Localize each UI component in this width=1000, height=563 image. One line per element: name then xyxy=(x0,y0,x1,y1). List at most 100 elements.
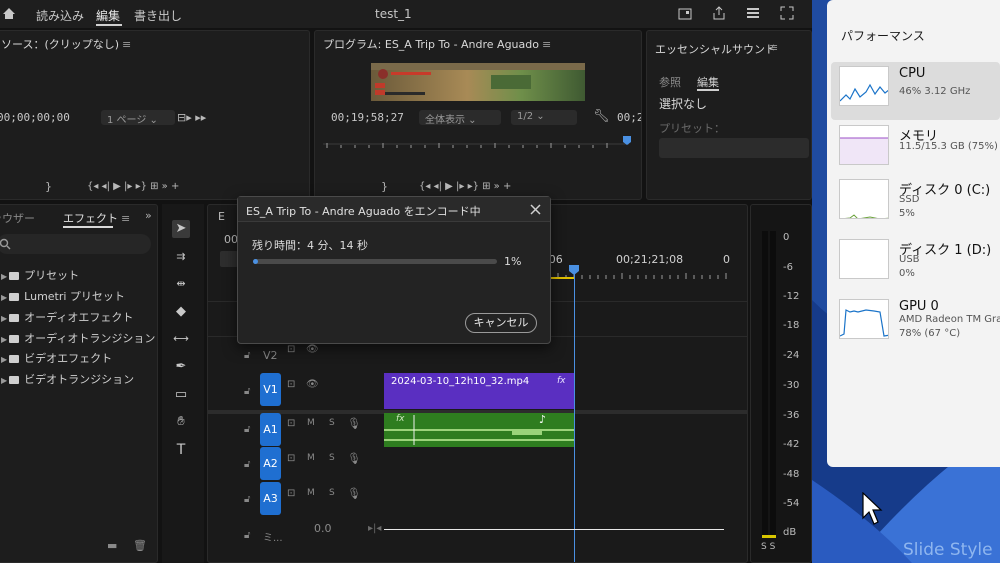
microphone-icon[interactable]: 🎙︎ xyxy=(347,487,361,500)
lock-icon[interactable]: 🔓︎ xyxy=(244,386,250,397)
tm-item-disk0[interactable]: ディスク 0 (C:) SSD 5% xyxy=(827,175,1000,233)
workspaces-icon[interactable] xyxy=(746,7,760,19)
panel-overflow-icon[interactable]: » xyxy=(145,209,152,222)
new-bin-icon[interactable]: ▬ xyxy=(107,539,117,552)
microphone-icon[interactable]: 🎙︎ xyxy=(347,452,361,465)
lock-icon[interactable]: 🔓︎ xyxy=(244,530,250,541)
snap-icon[interactable] xyxy=(220,251,238,267)
tree-item-audio-effects[interactable]: ▶ オーディオエフェクト xyxy=(1,309,133,325)
menu-export[interactable]: 書き出し xyxy=(134,7,182,24)
track-a1-target[interactable]: A1 xyxy=(260,413,281,446)
track-a2-target[interactable]: A2 xyxy=(260,447,281,480)
audio-meter-panel: S S xyxy=(750,204,812,563)
tree-item-presets[interactable]: ▶ プリセット xyxy=(1,267,79,283)
meter-solo-buttons[interactable]: S S xyxy=(761,542,775,552)
mark-out-icon[interactable]: } xyxy=(45,181,52,193)
tm-item-gpu0[interactable]: GPU 0 AMD Radeon TM Gra... 78% (67 °C) xyxy=(827,295,1000,353)
razor-tool-icon[interactable]: ◆ xyxy=(172,303,190,321)
tab-edit[interactable]: 編集 xyxy=(697,74,719,90)
source-transport-icons[interactable]: {◂ ◂| ▶ |▸ ▸} ⊞ » + xyxy=(87,181,179,193)
solo-button[interactable]: S xyxy=(329,488,335,498)
eye-icon[interactable]: 👁︎ xyxy=(306,344,319,355)
meter-label: -30 xyxy=(783,380,800,391)
menu-import[interactable]: 読み込み xyxy=(36,7,84,24)
type-tool-icon[interactable]: T xyxy=(172,441,190,459)
track-select-tool-icon[interactable]: ⇉ xyxy=(172,248,190,266)
audio-fx-badge: fx xyxy=(396,414,405,424)
playhead-handle[interactable] xyxy=(569,265,580,276)
solo-button[interactable]: S xyxy=(329,418,335,428)
sync-lock-icon[interactable]: ⊡ xyxy=(287,453,295,464)
no-selection-label: 選択なし xyxy=(659,97,708,111)
sync-lock-icon[interactable]: ⊡ xyxy=(287,418,295,429)
meter-label: dB xyxy=(783,527,797,538)
tm-item-memory[interactable]: メモリ 11.5/15.3 GB (75%) xyxy=(827,121,1000,179)
tm-item-cpu[interactable]: CPU 46% 3.12 GHz xyxy=(831,62,1000,120)
track-v1-target[interactable]: V1 xyxy=(260,373,281,406)
mix-track-label: ミ... xyxy=(263,533,283,544)
mute-button[interactable]: M xyxy=(307,488,315,498)
toggle-output-icon[interactable]: ⊡ xyxy=(287,379,295,390)
program-transport-icons[interactable]: {◂ ◂| ▶ |▸ ▸} ⊞ » + xyxy=(419,181,511,193)
tab-browse[interactable]: 参照 xyxy=(659,74,681,90)
cancel-button[interactable]: キャンセル xyxy=(465,313,537,333)
menu-edit[interactable]: 編集 xyxy=(96,7,120,24)
timeline-tab[interactable]: E xyxy=(218,210,225,223)
eye-icon[interactable]: 👁︎ xyxy=(306,379,319,390)
audio-clip[interactable]: fx ♪ xyxy=(384,413,574,447)
hand-tool-icon[interactable]: ✋︎ xyxy=(172,413,190,431)
toggle-output-icon[interactable]: ⊡ xyxy=(287,344,295,355)
solo-button[interactable]: S xyxy=(329,453,335,463)
active-tab-indicator xyxy=(96,24,122,26)
pen-tool-icon[interactable]: ✒ xyxy=(172,358,190,376)
preset-select[interactable] xyxy=(659,138,809,158)
tree-item-audio-transitions[interactable]: ▶ オーディオトランジション xyxy=(1,330,155,346)
mute-button[interactable]: M xyxy=(307,453,315,463)
mix-go-to-end-icon[interactable]: ▸|◂ xyxy=(368,523,381,534)
program-scrub-ruler[interactable] xyxy=(323,135,633,151)
track-a3-target[interactable]: A3 xyxy=(260,482,281,515)
share-icon[interactable] xyxy=(712,6,726,20)
video-clip[interactable]: 2024-03-10_12h10_32.mp4 fx xyxy=(384,373,574,409)
selection-tool-icon[interactable]: ➤ xyxy=(172,220,190,238)
lock-icon[interactable]: 🔓︎ xyxy=(244,459,250,470)
tree-item-video-effects[interactable]: ▶ ビデオエフェクト xyxy=(1,350,112,366)
resolution-select[interactable]: 1/2 ⌄ xyxy=(511,110,577,125)
program-mark-out-icon[interactable]: } xyxy=(381,181,388,193)
rectangle-tool-icon[interactable]: ▭ xyxy=(172,386,190,404)
close-icon[interactable] xyxy=(530,204,541,215)
wrench-icon[interactable]: 🔧︎ xyxy=(593,110,610,123)
tab-browser[interactable]: ブラウザー xyxy=(0,210,35,226)
slip-tool-icon[interactable]: ⟷ xyxy=(172,330,190,348)
folder-icon xyxy=(9,335,20,343)
essential-sound-menu-icon[interactable]: ≡ xyxy=(769,41,778,54)
source-settings-icon[interactable]: ⊟▸ ▸▸ xyxy=(177,112,206,124)
home-icon[interactable] xyxy=(2,7,16,20)
meter-label: -36 xyxy=(783,410,800,421)
tree-item-video-transitions[interactable]: ▶ ビデオトランジション xyxy=(1,371,134,387)
lock-icon[interactable]: 🔓︎ xyxy=(244,494,250,505)
source-page-select[interactable]: 1 ページ ⌄ xyxy=(101,110,175,126)
tab-effects[interactable]: エフェクト ≡ xyxy=(63,210,130,226)
tm-item-disk1[interactable]: ディスク 1 (D:) USB 0% xyxy=(827,235,1000,293)
quick-export-icon[interactable] xyxy=(678,8,692,20)
mix-level-line[interactable] xyxy=(384,529,724,530)
microphone-icon[interactable]: 🎙︎ xyxy=(347,417,361,430)
expand-icon[interactable] xyxy=(780,6,794,20)
program-timecode-right: 00;2 xyxy=(617,111,642,124)
mix-value[interactable]: 0.0 xyxy=(314,522,332,535)
sync-lock-icon[interactable]: ⊡ xyxy=(287,488,295,499)
encode-progress-fill xyxy=(253,259,258,264)
fit-select[interactable]: 全体表示 ⌄ xyxy=(419,110,501,126)
mute-button[interactable]: M xyxy=(307,418,315,428)
playhead-line xyxy=(574,267,575,562)
track-v2-label[interactable]: V2 xyxy=(263,349,278,362)
lock-icon[interactable]: 🔓︎ xyxy=(244,424,250,435)
effects-search-input[interactable] xyxy=(0,234,151,254)
folder-icon xyxy=(9,355,20,363)
trash-icon[interactable]: 🗑︎ xyxy=(133,539,147,552)
lock-icon[interactable]: 🔓︎ xyxy=(244,350,250,361)
tree-item-lumetri-presets[interactable]: ▶ Lumetri プリセット xyxy=(1,288,125,304)
ripple-edit-tool-icon[interactable]: ⇹ xyxy=(172,275,190,293)
music-note-icon: ♪ xyxy=(539,413,547,426)
